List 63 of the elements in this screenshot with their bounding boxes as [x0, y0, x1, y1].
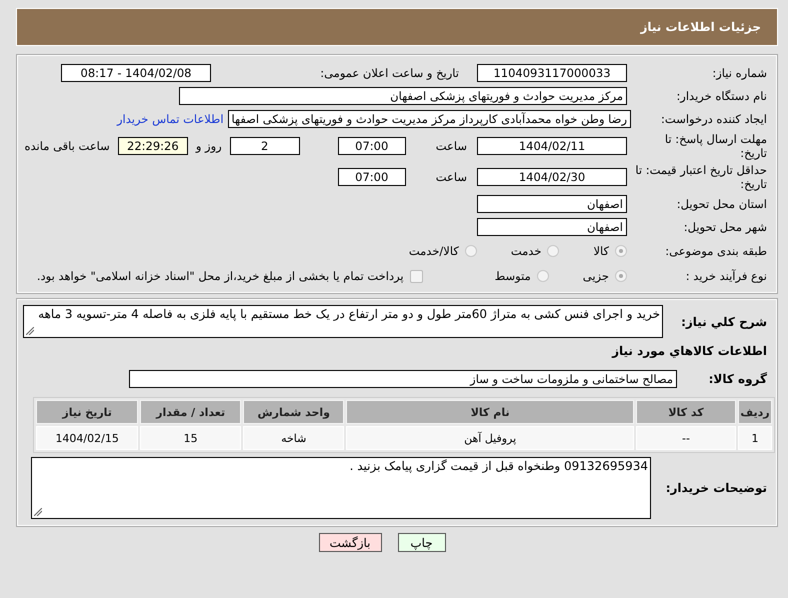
input-field[interactable]: 2: [230, 137, 300, 155]
field-label: نام دستگاه خریدار:: [675, 89, 768, 103]
option-label: جزیی: [582, 269, 609, 283]
field-label: ایجاد کننده درخواست:: [660, 112, 768, 126]
input-field[interactable]: 07:00: [338, 168, 406, 186]
table-cell: 1404/02/15: [36, 426, 138, 450]
field-label: ساعت: [436, 170, 467, 184]
input-field[interactable]: مصالح ساختمانی و ملزومات ساخت و ساز: [129, 370, 677, 388]
checkbox[interactable]: [410, 270, 423, 282]
field-label: طبقه بندی موضوعی:: [664, 244, 768, 258]
field-label: تاریخ و ساعت اعلان عمومی:: [319, 66, 460, 80]
description-field[interactable]: خرید و اجرای فنس کشی به متراژ 60متر طول و دو متر ارتفاع در یک خط مستقیم با پایه فلزی به فاصله 4 متر-تسویه 3 ماهه: [23, 305, 663, 338]
radio-button[interactable]: [464, 245, 477, 257]
back-button[interactable]: بازگشت: [318, 533, 382, 552]
radio-button[interactable]: [536, 270, 549, 282]
resize-grip-icon: [34, 508, 42, 516]
table-cell: 1: [738, 426, 772, 450]
field-label: شماره نیاز:: [711, 66, 768, 80]
table-cell: پروفیل آهن: [346, 426, 634, 450]
column-header: ردیف: [738, 400, 772, 424]
input-field[interactable]: 1404/02/08 - 08:17: [61, 64, 211, 82]
field-label: ساعت باقی مانده: [24, 139, 110, 153]
column-header: واحد شمارش: [243, 400, 344, 424]
option-label: کالا: [593, 244, 609, 258]
resize-grip-icon: [26, 327, 34, 335]
option-label: کالا/خدمت: [408, 244, 459, 258]
input-field[interactable]: مرکز مدیریت حوادث و فوریتهای پزشکی اصفهان: [179, 87, 627, 105]
column-header: تعداد / مقدار: [140, 400, 242, 424]
field-label: مهلت ارسال پاسخ: تا تاریخ:: [664, 132, 768, 160]
column-header: کد کالا: [636, 400, 736, 424]
input-field[interactable]: 22:29:26: [118, 137, 188, 155]
input-field[interactable]: رضا وطن خواه محمدآبادی کارپرداز مرکز مدیریت حوادث و فوریتهای پزشکی اصفها: [228, 110, 631, 128]
input-field[interactable]: 1104093117000033: [477, 64, 627, 82]
radio-button[interactable]: [547, 245, 560, 257]
field-label: شرح کلي نياز:: [680, 314, 768, 328]
input-field[interactable]: اصفهان: [477, 195, 627, 213]
field-label: ساعت: [436, 139, 467, 153]
option-label: خدمت: [510, 244, 542, 258]
print-button[interactable]: چاپ: [398, 533, 446, 552]
column-header: تاریخ نیاز: [36, 400, 138, 424]
table-cell: شاخه: [243, 426, 344, 450]
field-label: اطلاعات کالاهاي مورد نياز: [610, 344, 768, 358]
buyer-notes-field[interactable]: 09132695934 وطنخواه قبل از قیمت گزاری پیامک بزنید .: [31, 457, 651, 519]
radio-button[interactable]: [615, 245, 627, 257]
table-cell: --: [636, 426, 736, 450]
contact-info-link[interactable]: اطلاعات تماس خریدار: [116, 112, 224, 126]
option-label: پرداخت تمام یا بخشی از مبلغ خرید،از محل "اسناد خزانه اسلامی" خواهد بود.: [36, 269, 404, 283]
field-label: توضیحات خریدار:: [664, 481, 768, 495]
field-label: شهر محل تحویل:: [682, 220, 768, 234]
option-label: متوسط: [494, 269, 531, 283]
field-label: حداقل تاریخ اعتبار قیمت: تا تاریخ:: [635, 163, 768, 191]
field-label: نوع فرآیند خرید :: [684, 269, 768, 283]
field-label: روز و: [196, 139, 222, 153]
page-title: جزئیات اطلاعات نیاز: [640, 20, 761, 34]
field-label: استان محل تحویل:: [676, 197, 768, 211]
field-label: گروه کالا:: [708, 372, 768, 386]
column-header: نام کالا: [346, 400, 634, 424]
radio-button[interactable]: [615, 270, 627, 282]
table-cell: 15: [140, 426, 242, 450]
input-field[interactable]: 1404/02/30: [477, 168, 627, 186]
input-field[interactable]: اصفهان: [477, 218, 627, 236]
input-field[interactable]: 07:00: [338, 137, 406, 155]
input-field[interactable]: 1404/02/11: [477, 137, 627, 155]
